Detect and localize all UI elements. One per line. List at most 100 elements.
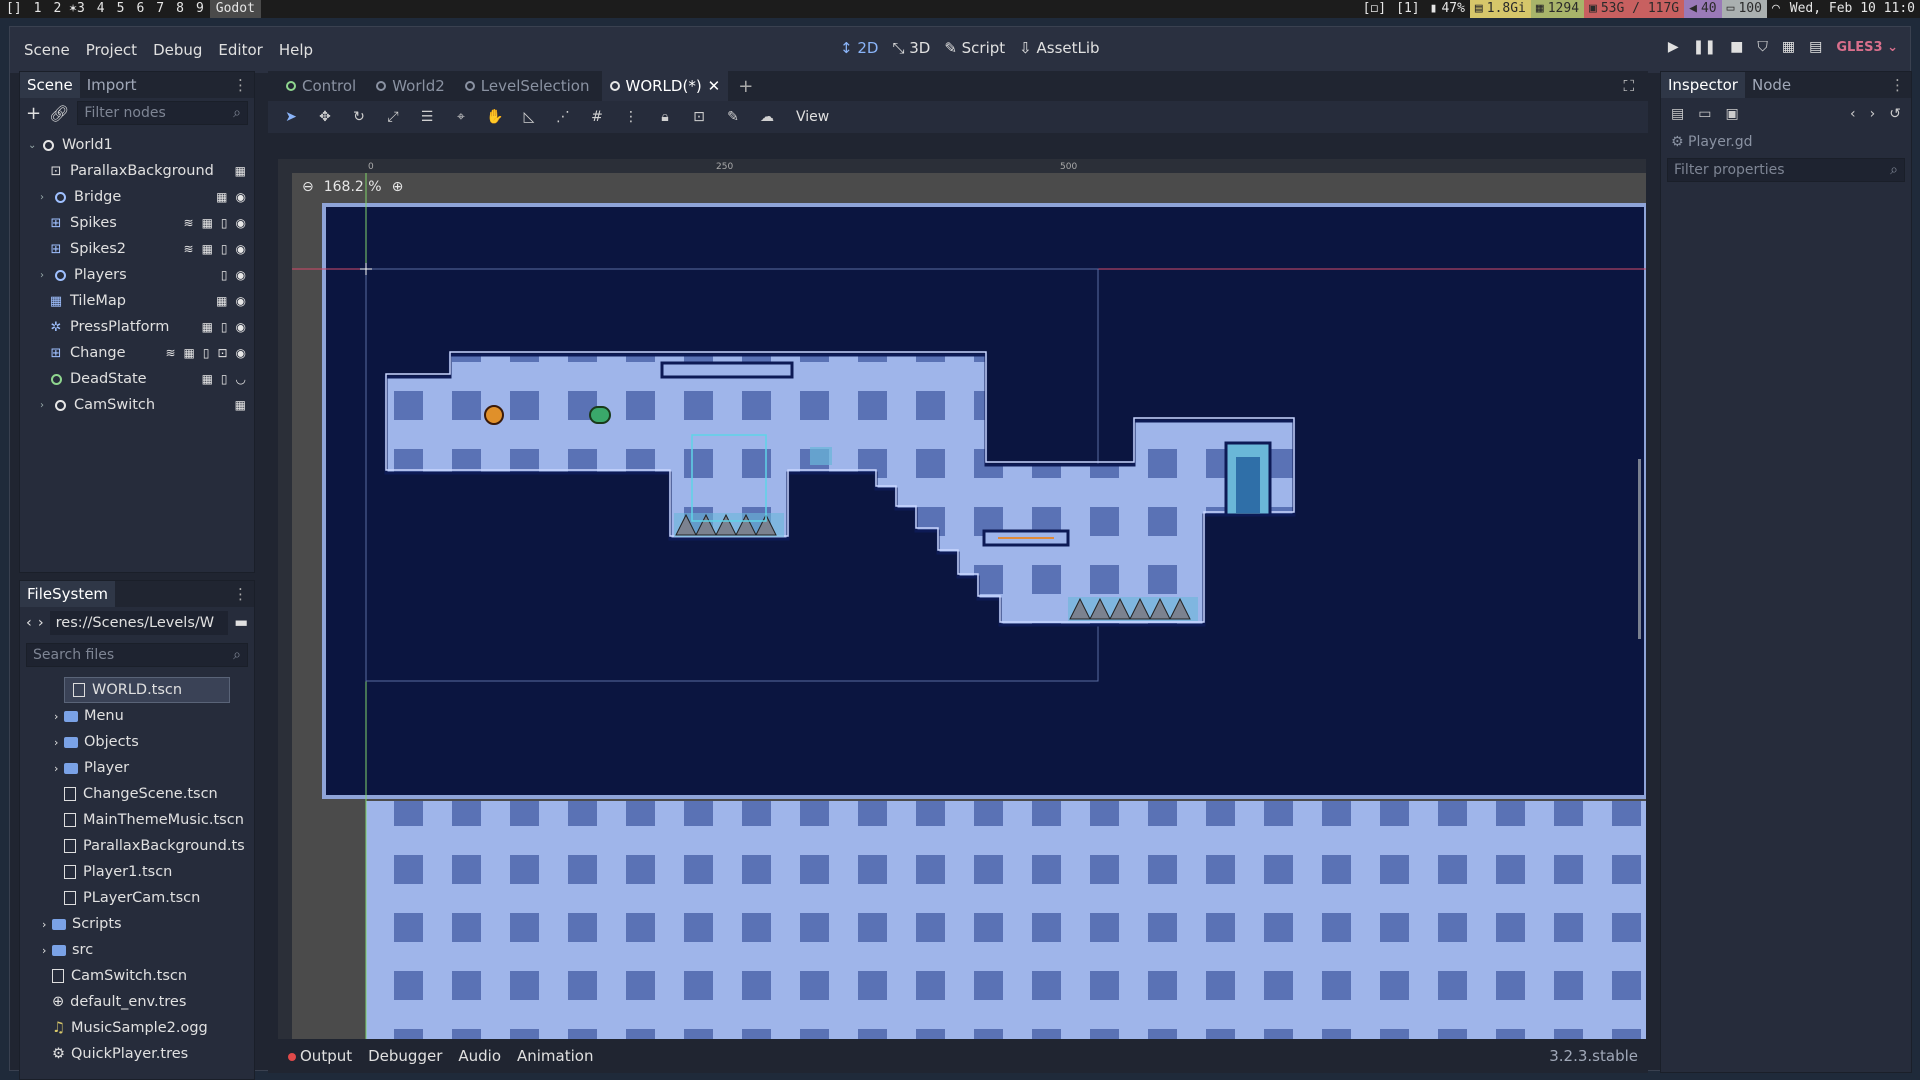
signal-icon[interactable]: ≋ (184, 242, 194, 256)
forward-icon[interactable]: › (38, 615, 44, 631)
scene-instance-icon[interactable]: ▦ (235, 164, 246, 178)
tab-scene[interactable]: Scene (20, 72, 80, 98)
file-item[interactable]: PLayerCam.tscn (20, 885, 254, 911)
enemy-sprite[interactable] (810, 447, 832, 465)
tree-node-change[interactable]: ⊞ Change ≋ ▦ ▯ ⊡ ◉ (20, 340, 254, 366)
dock-menu-icon[interactable]: ⋮ (233, 76, 248, 94)
scale-tool-icon[interactable]: ⤢ (382, 109, 404, 125)
tab-output[interactable]: Output (288, 1047, 352, 1065)
canvas-viewport[interactable]: 0 250 500 ⊖ 168.2 % ⊕ (278, 159, 1646, 1039)
remote-debug-icon[interactable]: ⛉ (1757, 39, 1768, 55)
file-item[interactable]: CamSwitch.tscn (20, 963, 254, 989)
file-item[interactable]: ⚙ QuickPlayer.tres (20, 1041, 254, 1067)
signal-icon[interactable]: ≋ (165, 346, 175, 360)
filter-properties-input[interactable]: Filter properties ⌕ (1667, 158, 1905, 182)
workspace-9[interactable]: 9 (190, 0, 210, 18)
chevron-right-icon[interactable]: › (42, 918, 52, 931)
pan-tool-icon[interactable]: ✋ (484, 109, 506, 125)
list-select-icon[interactable]: ☰ (416, 109, 438, 125)
mode-assetlib-button[interactable]: ⇩ AssetLib (1019, 39, 1099, 57)
workspace-1[interactable]: 1 (28, 0, 48, 18)
add-tab-icon[interactable]: + (738, 76, 753, 97)
link-icon[interactable]: 🔗︎ (49, 104, 69, 123)
file-item[interactable]: ⊕ default_env.tres (20, 989, 254, 1015)
workspace-6[interactable]: 6 (130, 0, 150, 18)
file-item[interactable]: MainThemeMusic.tscn (20, 807, 254, 833)
chevron-right-icon[interactable]: › (40, 192, 52, 203)
play-scene-icon[interactable]: ▦ (1782, 39, 1795, 55)
file-item[interactable]: ChangeScene.tscn (20, 781, 254, 807)
menu-project[interactable]: Project (78, 41, 145, 59)
split-view-icon[interactable]: ▬ (234, 615, 248, 631)
player-1-sprite[interactable] (484, 405, 504, 425)
zoom-in-icon[interactable]: ⊕ (392, 179, 404, 195)
search-files-input[interactable]: Search files ⌕ (26, 643, 248, 667)
chevron-right-icon[interactable]: › (54, 762, 64, 775)
tab-world2[interactable]: World2 (368, 71, 453, 101)
select-tool-icon[interactable]: ➤ (280, 109, 302, 125)
chevron-right-icon[interactable]: › (54, 736, 64, 749)
tree-node-pressplatform[interactable]: ✲ PressPlatform ▦ ▯ ◉ (20, 314, 254, 340)
visibility-eye-icon[interactable]: ◉ (236, 268, 246, 282)
grid-snap-icon[interactable]: # (586, 109, 608, 125)
viewport-scrollbar[interactable] (1638, 459, 1641, 639)
bone-icon[interactable]: ✎ (722, 109, 744, 125)
stop-icon[interactable]: ■ (1730, 39, 1743, 55)
scene-instance-icon[interactable]: ▦ (202, 216, 213, 230)
tree-node-bridge[interactable]: › Bridge ▦ ◉ (20, 184, 254, 210)
zoom-out-icon[interactable]: ⊖ (302, 179, 314, 195)
file-item[interactable]: Player1.tscn (20, 859, 254, 885)
script-icon[interactable]: ▯ (221, 268, 228, 282)
renderer-select[interactable]: GLES3 ⌄ (1836, 40, 1898, 55)
folder-item-src[interactable]: › src (20, 937, 254, 963)
menu-debug[interactable]: Debug (145, 41, 210, 59)
tree-node-world1[interactable]: ⌄ World1 (20, 132, 254, 158)
tab-inspector[interactable]: Inspector (1661, 72, 1745, 98)
move-tool-icon[interactable]: ✥ (314, 109, 336, 125)
scene-instance-icon[interactable]: ▦ (202, 320, 213, 334)
mode-2d-button[interactable]: ↕ 2D (840, 39, 878, 57)
menu-editor[interactable]: Editor (210, 41, 270, 59)
script-icon[interactable]: ▯ (203, 346, 210, 360)
menu-scene[interactable]: Scene (16, 41, 78, 59)
script-icon[interactable]: ▯ (221, 372, 228, 386)
ruler-tool-icon[interactable]: ◺ (518, 109, 540, 125)
menu-help[interactable]: Help (271, 41, 321, 59)
filter-nodes-input[interactable]: Filter nodes ⌕ (77, 101, 248, 125)
visibility-closed-icon[interactable]: ◡ (236, 372, 246, 386)
tree-node-players[interactable]: › Players ▯ ◉ (20, 262, 254, 288)
folder-item-scripts[interactable]: › Scripts (20, 911, 254, 937)
tree-node-spikes[interactable]: ⊞ Spikes ≋ ▦ ▯ ◉ (20, 210, 254, 236)
tree-node-camswitch[interactable]: › CamSwitch ▦ (20, 392, 254, 418)
tree-node-deadstate[interactable]: DeadState ▦ ▯ ◡ (20, 366, 254, 392)
add-node-icon[interactable]: + (26, 103, 41, 124)
chevron-right-icon[interactable]: › (54, 710, 64, 723)
smart-snap-icon[interactable]: ⋰ (552, 109, 574, 125)
tree-node-spikes2[interactable]: ⊞ Spikes2 ≋ ▦ ▯ ◉ (20, 236, 254, 262)
visibility-eye-icon[interactable]: ◉ (236, 190, 246, 204)
workspace-5[interactable]: 5 (111, 0, 131, 18)
snap-options-icon[interactable]: ⋮ (620, 109, 642, 125)
visibility-eye-icon[interactable]: ◉ (236, 320, 246, 334)
history-icon[interactable]: ↺ (1889, 106, 1901, 122)
folder-item-player[interactable]: › Player (20, 755, 254, 781)
path-field[interactable]: res://Scenes/Levels/W (49, 611, 229, 635)
open-resource-icon[interactable]: ▭ (1698, 106, 1711, 122)
chevron-right-icon[interactable]: › (42, 944, 52, 957)
chevron-right-icon[interactable]: › (40, 400, 52, 411)
tab-audio[interactable]: Audio (458, 1047, 501, 1065)
tree-node-parallaxbackground[interactable]: ⊡ ParallaxBackground ▦ (20, 158, 254, 184)
play-custom-scene-icon[interactable]: ▤ (1809, 39, 1822, 55)
view-menu[interactable]: View (796, 109, 829, 125)
tab-import[interactable]: Import (80, 72, 144, 98)
close-icon[interactable]: ✕ (708, 71, 721, 101)
zoom-level[interactable]: 168.2 % (324, 179, 382, 195)
scene-instance-icon[interactable]: ▦ (202, 372, 213, 386)
tab-control[interactable]: Control (278, 71, 364, 101)
scene-instance-icon[interactable]: ▦ (235, 398, 246, 412)
bridge-platform[interactable] (660, 361, 794, 379)
new-resource-icon[interactable]: ▤ (1671, 106, 1684, 122)
workspace-8[interactable]: 8 (170, 0, 190, 18)
visibility-eye-icon[interactable]: ◉ (236, 346, 246, 360)
mode-3d-button[interactable]: ⤡ 3D (892, 39, 930, 57)
